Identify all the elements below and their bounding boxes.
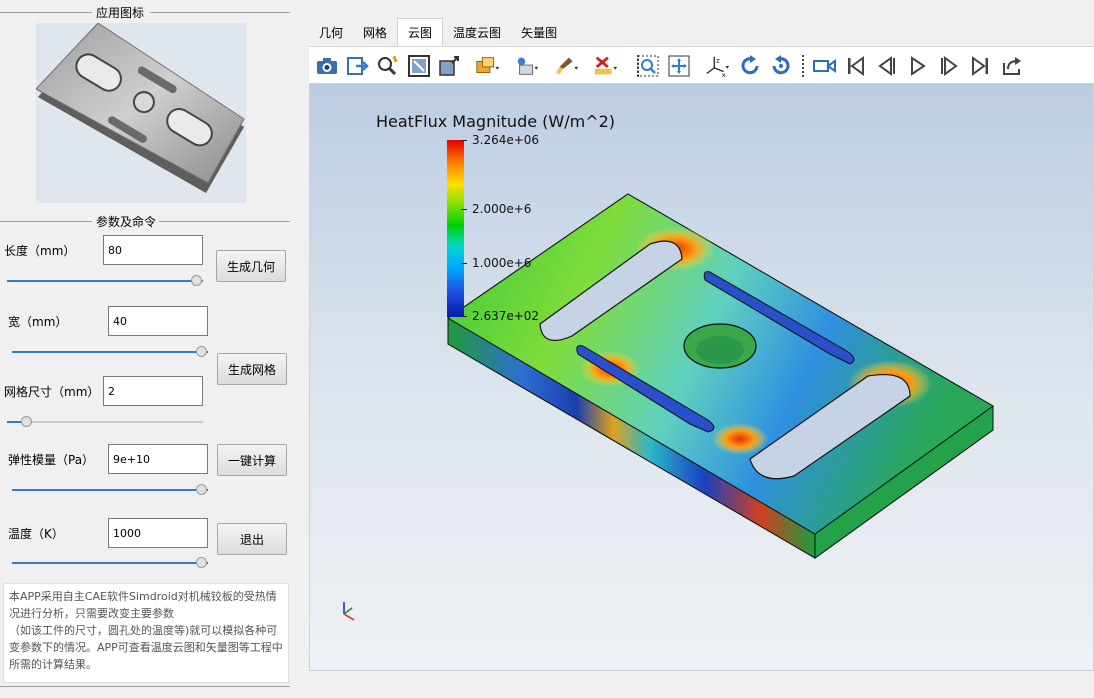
slider-handle[interactable] <box>21 416 32 427</box>
display-mode-icon[interactable] <box>475 53 501 79</box>
svg-text:x: x <box>722 71 726 78</box>
params-group-title: 参数及命令 <box>93 213 160 230</box>
temperature-input[interactable] <box>108 518 208 548</box>
pan-icon[interactable] <box>666 53 692 79</box>
toolbar: zx <box>309 46 1094 83</box>
next-frame-icon[interactable] <box>936 53 962 79</box>
zoom-box-icon[interactable] <box>635 53 661 79</box>
app-description: 本APP采用自主CAE软件Simdroid对机械铰板的受热情况进行分析，只需要改… <box>3 583 289 683</box>
axes-icon[interactable]: zx <box>705 53 731 79</box>
modulus-input[interactable] <box>108 444 208 474</box>
colorbar-min-label: 2.637e+02 <box>472 309 540 323</box>
probe-icon[interactable] <box>375 53 401 79</box>
colorbar-title: HeatFlux Magnitude (W/m^2) <box>376 112 616 131</box>
box-view-icon[interactable] <box>436 53 462 79</box>
colorbar-max-label: 3.264e+06 <box>472 133 540 147</box>
colorbar-tick <box>461 263 467 264</box>
group-divider <box>0 12 92 13</box>
modulus-label: 弹性模量（Pa） <box>8 453 95 467</box>
generate-geometry-button[interactable]: 生成几何 <box>216 250 286 282</box>
tab-vector[interactable]: 矢量图 <box>511 18 567 46</box>
tab-mesh[interactable]: 网格 <box>353 18 397 46</box>
heatflux-model-render <box>343 193 994 621</box>
play-icon[interactable] <box>905 53 931 79</box>
group-divider <box>150 12 290 13</box>
temperature-slider[interactable] <box>12 557 208 569</box>
group-divider <box>159 221 290 222</box>
contour-viewport[interactable]: HeatFlux Magnitude (W/m^2) 3.264e+06 2.0… <box>309 83 1094 671</box>
colorbar-tick <box>461 209 467 210</box>
icon-group-title: 应用图标 <box>93 4 148 21</box>
exit-button[interactable]: 退出 <box>217 523 287 555</box>
width-input[interactable] <box>108 306 208 336</box>
app-icon-image <box>36 23 246 203</box>
mesh-size-input[interactable] <box>103 376 203 406</box>
export-icon[interactable] <box>345 53 371 79</box>
colorbar-tick <box>461 140 467 141</box>
group-divider <box>0 221 92 222</box>
mesh-size-slider[interactable] <box>7 416 203 428</box>
slider-track <box>12 489 208 491</box>
group-bottom-line <box>0 686 290 687</box>
mesh-size-label: 网格尺寸（mm） <box>4 385 100 399</box>
slider-handle[interactable] <box>191 275 202 286</box>
clear-icon[interactable] <box>593 53 619 79</box>
brush-icon[interactable] <box>554 53 580 79</box>
temperature-label: 温度（K） <box>8 527 64 541</box>
length-slider[interactable] <box>7 275 203 287</box>
width-slider[interactable] <box>12 346 208 358</box>
rotate-ccw-icon[interactable] <box>768 53 794 79</box>
toolbar-separator <box>802 55 804 77</box>
compute-button[interactable]: 一键计算 <box>217 444 287 476</box>
render-mode-icon[interactable] <box>514 53 540 79</box>
rotate-cw-icon[interactable] <box>737 53 763 79</box>
prev-frame-icon[interactable] <box>874 53 900 79</box>
tab-geometry[interactable]: 几何 <box>309 18 353 46</box>
colorbar-tick <box>461 316 467 317</box>
video-icon[interactable] <box>812 53 838 79</box>
colorbar <box>447 140 464 317</box>
modulus-slider[interactable] <box>12 484 208 496</box>
fit-view-icon[interactable] <box>406 53 432 79</box>
slider-handle[interactable] <box>196 346 207 357</box>
generate-mesh-button[interactable]: 生成网格 <box>217 353 287 385</box>
length-input[interactable] <box>103 235 203 265</box>
slider-handle[interactable] <box>196 557 207 568</box>
colorbar-low-label: 1.000e+6 <box>472 256 532 270</box>
view-tabs: 几何 网格 云图 温度云图 矢量图 <box>309 18 567 46</box>
slider-handle[interactable] <box>196 484 207 495</box>
first-frame-icon[interactable] <box>843 53 869 79</box>
share-icon[interactable] <box>999 53 1025 79</box>
tab-contour[interactable]: 云图 <box>397 18 444 46</box>
slider-track <box>7 280 203 282</box>
slider-track <box>12 351 208 353</box>
slider-track <box>12 562 208 564</box>
last-frame-icon[interactable] <box>967 53 993 79</box>
camera-icon[interactable] <box>314 53 340 79</box>
slider-track-rest <box>27 421 203 423</box>
tab-temperature-contour[interactable]: 温度云图 <box>443 18 511 46</box>
length-label: 长度（mm） <box>4 244 76 258</box>
width-label: 宽（mm） <box>8 315 68 329</box>
svg-text:z: z <box>716 56 720 64</box>
colorbar-mid-label: 2.000e+6 <box>472 202 532 216</box>
